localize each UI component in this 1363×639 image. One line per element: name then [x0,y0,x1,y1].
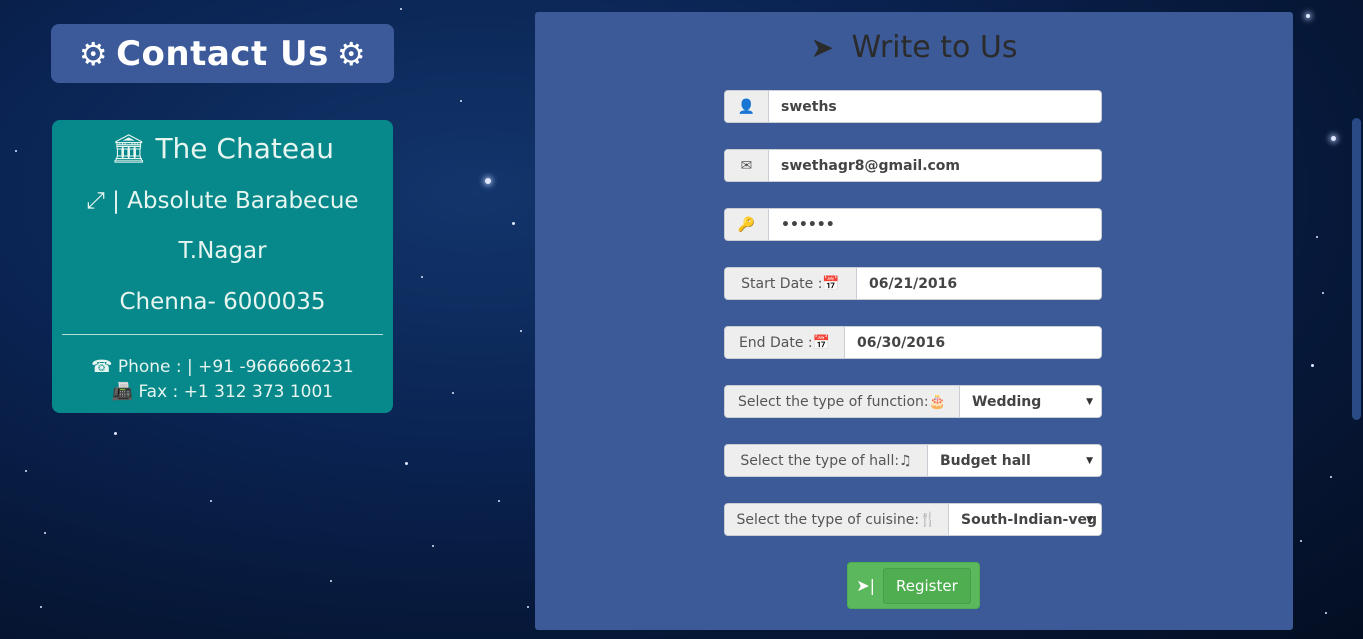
form-title-row: ➤ Write to Us [535,30,1293,65]
area-text: T.Nagar [178,238,267,264]
write-to-us-panel: ➤ Write to Us 👤 sweths ✉ swethagr8@gmail… [535,12,1293,630]
chevron-down-icon: ▼ [1086,514,1093,525]
key-icon: 🔑 [725,209,769,240]
paper-plane-icon: ➤ [810,31,834,64]
envelope-icon: ✉ [725,150,769,181]
phone-icon: ☎ [91,357,113,377]
institution-icon: 🏛 [111,132,147,165]
restaurant-row: ⤢ | Absolute Barabecue [52,188,393,214]
start-date-group: Start Date : 📅 06/21/2016 [724,267,1102,300]
gear-icon: ⚙ [336,34,367,73]
phone-value: | +91 -9666666231 [187,357,354,377]
hall-type-label: Select the type of hall: [740,452,900,469]
end-date-input[interactable]: 06/30/2016 [845,327,1101,358]
send-icon: ➤| [856,576,876,595]
gear-icon: ⚙ [78,34,109,73]
calendar-icon: 📅 [822,275,840,292]
name-input-group: 👤 sweths [724,90,1102,123]
divider [62,334,383,335]
hall-type-value: Budget hall [940,452,1031,469]
end-date-group: End Date : 📅 06/30/2016 [724,326,1102,359]
email-input-group: ✉ swethagr8@gmail.com [724,149,1102,182]
contact-us-header: ⚙ Contact Us ⚙ [51,24,394,83]
fax-label: Fax : [138,382,179,402]
chevron-down-icon: ▼ [1086,396,1093,407]
cuisine-type-addon: Select the type of cuisine: 🍴 [725,504,949,535]
register-button[interactable]: ➤| Register [847,562,980,609]
fax-row: 📠 Fax : +1 312 373 1001 [52,382,393,402]
function-type-value: Wedding [972,393,1042,410]
start-date-addon: Start Date : 📅 [725,268,857,299]
phone-row: ☎ Phone : | +91 -9666666231 [52,357,393,377]
cuisine-type-group: Select the type of cuisine: 🍴 South-Indi… [724,503,1102,536]
page-scrollbar[interactable] [1349,0,1363,639]
end-date-label: End Date : [738,334,813,351]
fax-icon: 📠 [111,382,134,402]
music-icon: ♫ [899,452,912,469]
cuisine-type-select[interactable]: South-Indian-veg ▼ [949,504,1101,535]
function-type-select[interactable]: Wedding ▼ [960,386,1101,417]
contact-title: Contact Us [116,33,329,74]
start-date-label: Start Date : [741,275,823,292]
city-text: Chenna- 6000035 [119,289,326,315]
venue-info-card: 🏛 The Chateau ⤢ | Absolute Barabecue T.N… [52,120,393,413]
cuisine-type-label: Select the type of cuisine: [736,511,920,528]
password-input-group: 🔑 •••••• [724,208,1102,241]
calendar-icon: 📅 [812,334,831,351]
email-input[interactable]: swethagr8@gmail.com [769,150,1101,181]
name-input[interactable]: sweths [769,91,1101,122]
end-date-addon: End Date : 📅 [725,327,845,358]
phone-label: Phone : [117,357,182,377]
function-type-addon: Select the type of function: 🎂 [725,386,960,417]
fax-value: +1 312 373 1001 [183,382,334,402]
expand-icon: ⤢ [86,188,105,214]
register-label: Register [883,567,971,604]
hall-type-addon: Select the type of hall: ♫ [725,445,928,476]
venue-name: The Chateau [155,132,334,165]
function-type-group: Select the type of function: 🎂 Wedding ▼ [724,385,1102,418]
cuisine-type-value: South-Indian-veg [961,511,1098,528]
chevron-down-icon: ▼ [1086,455,1093,466]
start-date-input[interactable]: 06/21/2016 [857,268,1101,299]
hall-type-select[interactable]: Budget hall ▼ [928,445,1101,476]
form-title: Write to Us [851,30,1018,65]
user-icon: 👤 [725,91,769,122]
birthday-cake-icon: 🎂 [928,393,947,410]
cutlery-icon: 🍴 [919,511,937,528]
password-input[interactable]: •••••• [769,209,1101,240]
hall-type-group: Select the type of hall: ♫ Budget hall ▼ [724,444,1102,477]
restaurant-name: | Absolute Barabecue [112,188,359,214]
function-type-label: Select the type of function: [737,393,929,410]
venue-name-row: 🏛 The Chateau [52,132,393,165]
scrollbar-thumb[interactable] [1352,118,1361,420]
